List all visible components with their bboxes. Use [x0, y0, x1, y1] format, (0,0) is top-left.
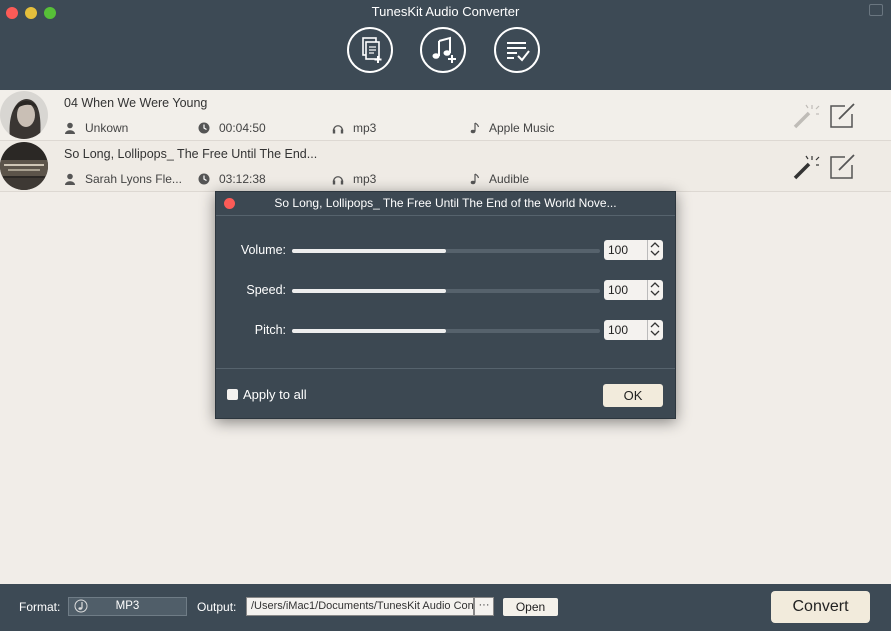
- pitch-slider[interactable]: [292, 329, 600, 333]
- apply-to-all-checkbox[interactable]: [227, 389, 238, 400]
- album-art: [0, 142, 48, 190]
- volume-slider-fill: [292, 249, 446, 253]
- edit-button[interactable]: [828, 102, 856, 130]
- output-path-field[interactable]: /Users/iMac1/Documents/TunesKit Audio Co…: [246, 597, 474, 616]
- edit-button[interactable]: [828, 153, 856, 181]
- bottom-bar: Format: MP3 Output: /Users/iMac1/Documen…: [0, 584, 891, 631]
- browse-button[interactable]: ···: [474, 597, 494, 616]
- format-selector[interactable]: MP3: [68, 597, 187, 616]
- edit-icon: [830, 154, 855, 179]
- format-text: mp3: [353, 172, 377, 186]
- track-artist: Unkown: [64, 121, 128, 135]
- music-note-icon: [470, 122, 480, 134]
- format-text: mp3: [353, 121, 377, 135]
- headphones-icon: [332, 176, 344, 185]
- volume-slider[interactable]: [292, 249, 600, 253]
- convert-button[interactable]: Convert: [771, 591, 870, 623]
- add-files-button[interactable]: [347, 27, 393, 73]
- track-duration: 00:04:50: [198, 121, 266, 135]
- pitch-slider-fill: [292, 329, 446, 333]
- clock-icon: [198, 173, 210, 185]
- apply-to-all-label[interactable]: Apply to all: [243, 387, 307, 402]
- track-source: Apple Music: [468, 121, 554, 135]
- artist-text: Sarah Lyons Fle...: [85, 172, 182, 186]
- effects-dialog: So Long, Lollipops_ The Free Until The E…: [215, 191, 676, 419]
- stepper-arrows-icon: [650, 282, 660, 296]
- music-note-icon: [470, 173, 480, 185]
- track-format: mp3: [332, 172, 376, 186]
- magic-wand-icon: [793, 155, 820, 180]
- source-text: Apple Music: [489, 121, 555, 135]
- history-button[interactable]: [494, 27, 540, 73]
- pitch-label: Pitch:: [254, 323, 286, 337]
- track-title: 04 When We Were Young: [64, 96, 208, 110]
- volume-input[interactable]: 100: [604, 240, 647, 260]
- track-artist: Sarah Lyons Fle...: [64, 172, 182, 186]
- magic-wand-icon: [793, 104, 820, 129]
- track-duration: 03:12:38: [198, 172, 266, 186]
- ok-button[interactable]: OK: [603, 384, 663, 407]
- clock-icon: [198, 122, 210, 134]
- dialog-title: So Long, Lollipops_ The Free Until The E…: [274, 196, 617, 210]
- open-button[interactable]: Open: [503, 598, 558, 616]
- speed-label: Speed:: [246, 283, 286, 297]
- pitch-input[interactable]: 100: [604, 320, 647, 340]
- speed-input[interactable]: 100: [604, 280, 647, 300]
- output-label: Output:: [197, 600, 237, 614]
- divider: [216, 215, 675, 216]
- pitch-stepper[interactable]: [647, 320, 663, 340]
- artist-text: Unkown: [85, 121, 129, 135]
- add-audio-button[interactable]: [420, 27, 466, 73]
- music-note-add-icon: [432, 36, 456, 63]
- track-row[interactable]: 04 When We Were Young Unkown 00:04:50 mp…: [0, 90, 891, 141]
- stepper-arrows-icon: [650, 242, 660, 256]
- add-file-icon: [362, 37, 382, 63]
- track-source: Audible: [468, 172, 529, 186]
- duration-text: 00:04:50: [219, 121, 266, 135]
- speed-stepper[interactable]: [647, 280, 663, 300]
- format-value: MP3: [115, 600, 140, 612]
- track-title: So Long, Lollipops_ The Free Until The E…: [64, 147, 318, 161]
- volume-stepper[interactable]: [647, 240, 663, 260]
- divider: [216, 368, 675, 369]
- list-check-icon: [507, 42, 530, 62]
- audio-file-icon: [74, 599, 88, 613]
- speed-slider[interactable]: [292, 289, 600, 293]
- speed-slider-fill: [292, 289, 446, 293]
- format-label: Format:: [19, 600, 61, 614]
- track-row[interactable]: So Long, Lollipops_ The Free Until The E…: [0, 141, 891, 192]
- app-title: TunesKit Audio Converter: [371, 4, 520, 19]
- edit-icon: [830, 103, 855, 128]
- headphones-icon: [332, 125, 344, 134]
- stepper-arrows-icon: [650, 322, 660, 336]
- effects-button[interactable]: [792, 153, 820, 181]
- window-menu-icon[interactable]: [869, 4, 883, 16]
- effects-button[interactable]: [792, 102, 820, 130]
- volume-label: Volume:: [240, 243, 286, 257]
- album-art: [0, 91, 48, 139]
- track-format: mp3: [332, 121, 376, 135]
- person-icon: [65, 122, 75, 134]
- track-list: 04 When We Were Young Unkown 00:04:50 mp…: [0, 90, 891, 192]
- person-icon: [65, 173, 75, 185]
- title-bar: TunesKit Audio Converter: [0, 0, 891, 90]
- duration-text: 03:12:38: [219, 172, 266, 186]
- source-text: Audible: [489, 172, 530, 186]
